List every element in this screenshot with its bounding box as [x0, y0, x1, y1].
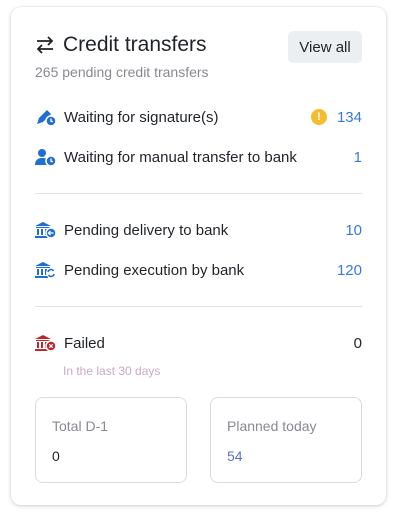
credit-transfers-card: Credit transfers 265 pending credit tran…: [11, 7, 386, 505]
row-label: Waiting for signature(s): [64, 108, 219, 126]
row-failed[interactable]: Failed 0: [35, 334, 362, 352]
row-pending-delivery[interactable]: Pending delivery to bank 10: [35, 221, 362, 239]
user-clock-icon: [35, 148, 57, 166]
transfer-arrows-icon: [36, 36, 54, 54]
row-label: Failed: [64, 334, 105, 352]
bank-refresh-icon: [35, 261, 57, 279]
row-value[interactable]: 0: [354, 335, 362, 352]
row-label: Pending delivery to bank: [64, 221, 229, 239]
row-value[interactable]: 120: [337, 262, 362, 279]
row-label: Pending execution by bank: [64, 261, 245, 279]
stat-planned-today: Planned today 54: [210, 397, 362, 483]
stat-label: Planned today: [227, 418, 317, 434]
subtitle: 265 pending credit transfers: [35, 64, 209, 80]
stat-label: Total D-1: [52, 418, 109, 434]
view-all-button[interactable]: View all: [288, 31, 362, 63]
bank-error-icon: [35, 334, 57, 352]
bank-arrow-icon: [35, 221, 57, 239]
row-value[interactable]: 10: [345, 222, 362, 239]
pen-clock-icon: [35, 108, 57, 126]
failed-note: In the last 30 days: [63, 364, 161, 378]
divider: [35, 306, 362, 307]
stat-value: 0: [52, 448, 60, 464]
title-text: Credit transfers: [63, 33, 207, 56]
row-value[interactable]: 134: [337, 109, 362, 126]
row-waiting-manual[interactable]: Waiting for manual transfer to bank 1: [35, 148, 362, 166]
divider: [35, 193, 362, 194]
card-title: Credit transfers: [35, 33, 207, 57]
stat-value[interactable]: 54: [227, 448, 345, 464]
row-waiting-signature[interactable]: Waiting for signature(s) ! 134: [35, 108, 362, 126]
row-label: Waiting for manual transfer to bank: [64, 148, 297, 166]
warning-icon: !: [310, 109, 327, 125]
row-pending-execution[interactable]: Pending execution by bank 120: [35, 261, 362, 279]
stat-total-d1: Total D-1 0: [35, 397, 187, 483]
row-value[interactable]: 1: [354, 149, 362, 166]
